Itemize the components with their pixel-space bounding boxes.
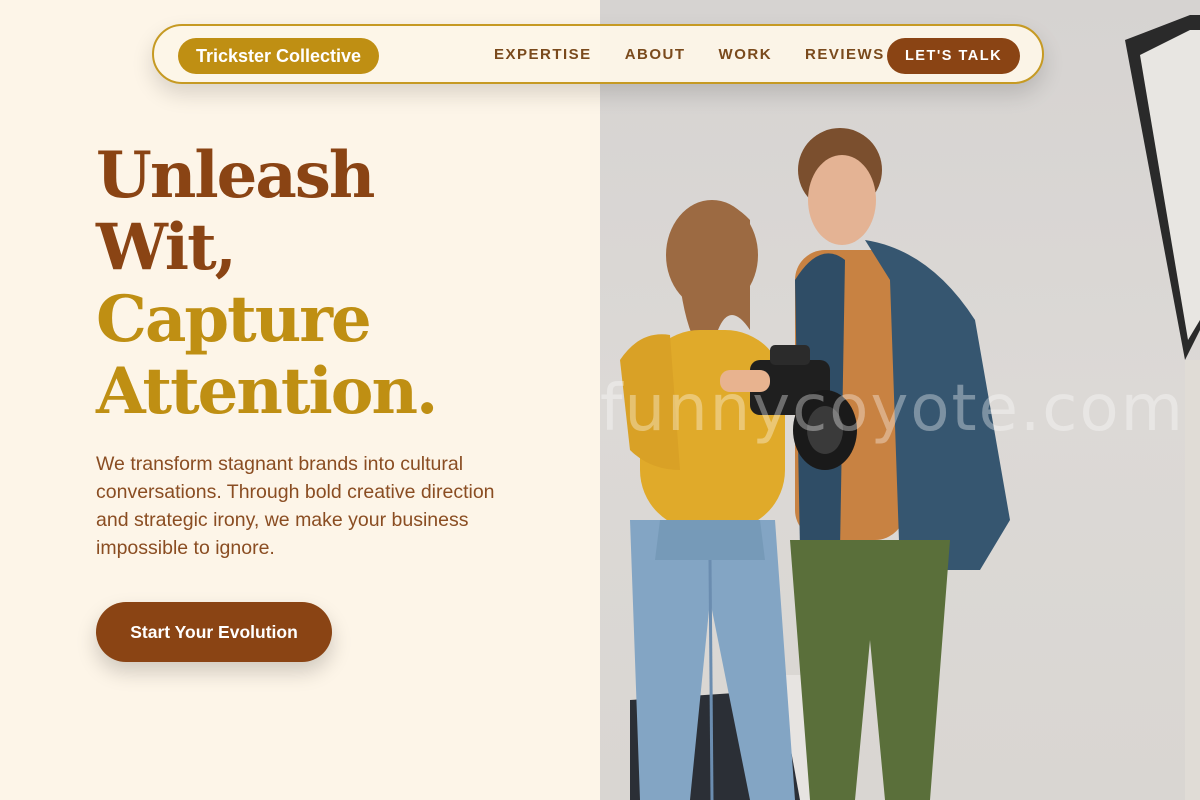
hero-title-line2: Wit, — [96, 210, 237, 285]
hero-title-line1: Unleash — [96, 138, 375, 213]
nav-links: EXPERTISE ABOUT WORK REVIEWS — [494, 26, 885, 82]
nav-link-about[interactable]: ABOUT — [625, 46, 686, 63]
hero-title-line4: Attention. — [96, 354, 438, 429]
nav-link-expertise[interactable]: EXPERTISE — [494, 46, 592, 63]
hero-title: Unleash Wit, Capture Attention. — [96, 138, 438, 429]
top-navbar: Trickster Collective EXPERTISE ABOUT WOR… — [152, 24, 1044, 84]
hero-photo: funnycoyote.com — [600, 0, 1200, 800]
nav-link-work[interactable]: WORK — [719, 46, 773, 63]
hero-title-line3: Capture — [96, 282, 372, 357]
watermark-text: funnycoyote.com — [600, 372, 1185, 446]
hero-subtitle: We transform stagnant brands into cultur… — [96, 453, 495, 559]
nav-link-reviews[interactable]: REVIEWS — [805, 46, 885, 63]
start-evolution-button[interactable]: Start Your Evolution — [96, 602, 332, 662]
brand-logo[interactable]: Trickster Collective — [178, 38, 379, 74]
lets-talk-button[interactable]: LET'S TALK — [887, 38, 1020, 74]
